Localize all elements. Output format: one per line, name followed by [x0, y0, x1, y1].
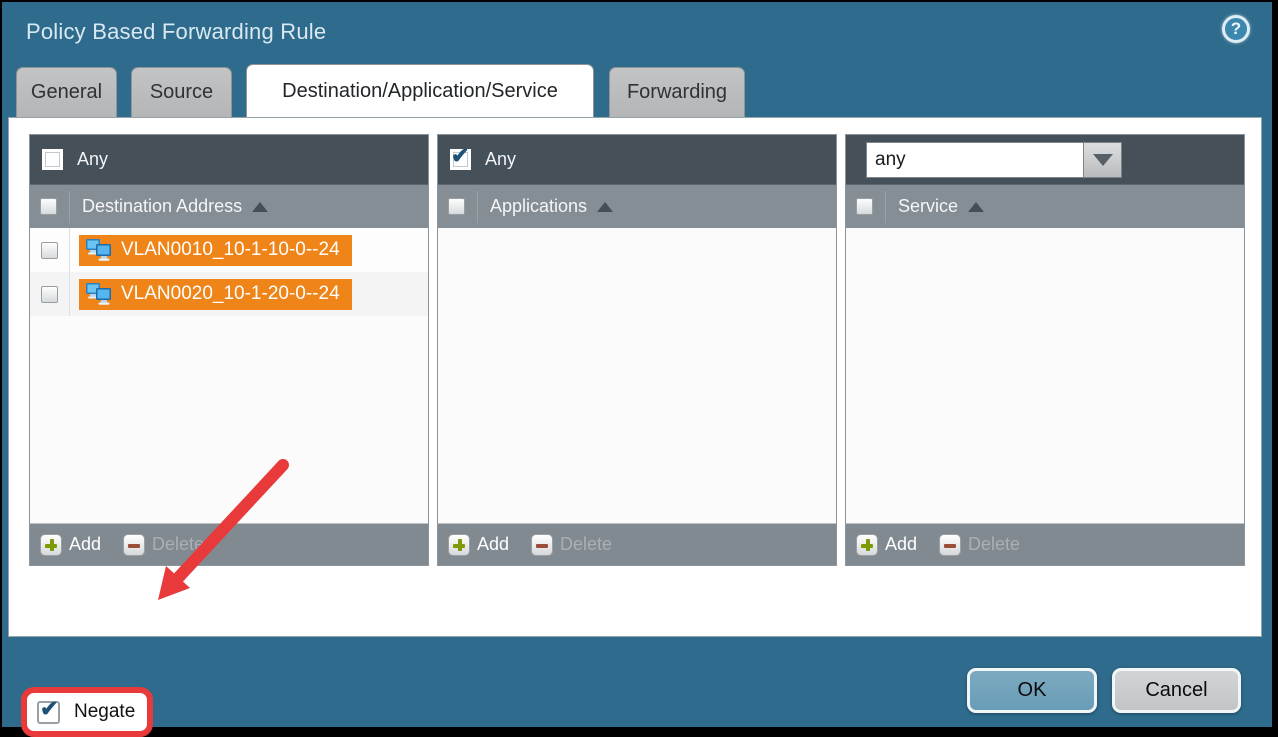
address-object-label: VLAN0010_10-1-10-0--24	[121, 239, 340, 261]
service-footer: Add Delete	[846, 523, 1244, 565]
applications-footer: Add Delete	[438, 523, 836, 565]
minus-icon	[531, 534, 553, 556]
applications-header-label: Applications	[490, 196, 587, 217]
tab-general[interactable]: General	[16, 67, 117, 117]
service-any-bar: any	[846, 135, 1244, 184]
service-dropdown-value[interactable]: any	[866, 142, 1084, 178]
destination-address-list: VLAN0010_10-1-10-0--24	[30, 228, 428, 523]
minus-icon	[123, 534, 145, 556]
table-row[interactable]: VLAN0010_10-1-10-0--24	[30, 228, 428, 272]
service-dropdown[interactable]: any	[866, 142, 1122, 178]
tab-source[interactable]: Source	[131, 67, 232, 117]
service-header-label: Service	[898, 196, 958, 217]
cancel-button[interactable]: Cancel	[1112, 668, 1241, 713]
destination-footer: Add Delete	[30, 523, 428, 565]
policy-based-forwarding-rule-dialog: Policy Based Forwarding Rule ? General S…	[2, 2, 1272, 727]
service-select-all-checkbox[interactable]	[856, 198, 873, 215]
delete-button-label: Delete	[560, 534, 612, 555]
header-separator	[477, 191, 478, 223]
header-separator	[69, 191, 70, 223]
service-list	[846, 228, 1244, 523]
destination-any-label: Any	[77, 149, 108, 170]
destination-select-all-checkbox[interactable]	[40, 198, 57, 215]
dialog-title: Policy Based Forwarding Rule	[26, 19, 326, 45]
delete-button-label: Delete	[968, 534, 1020, 555]
destination-any-bar: Any	[30, 135, 428, 184]
minus-icon	[939, 534, 961, 556]
row-checkbox-cell	[30, 272, 70, 316]
network-computers-icon	[85, 238, 113, 262]
applications-select-all-checkbox[interactable]	[448, 198, 465, 215]
negate-label: Negate	[74, 701, 135, 723]
sort-ascending-icon	[968, 202, 984, 212]
applications-any-bar: Any	[438, 135, 836, 184]
plus-icon	[40, 534, 62, 556]
row-checkbox[interactable]	[41, 286, 58, 303]
add-button-label: Add	[885, 534, 917, 555]
add-button[interactable]: Add	[40, 534, 101, 556]
destination-address-column: Any Destination Address	[29, 134, 429, 566]
delete-button[interactable]: Delete	[531, 534, 612, 556]
service-dropdown-button[interactable]	[1084, 142, 1122, 178]
destination-any-checkbox[interactable]	[42, 149, 63, 170]
service-column: any Service Add D	[845, 134, 1245, 566]
add-button-label: Add	[477, 534, 509, 555]
delete-button-label: Delete	[152, 534, 204, 555]
ok-button[interactable]: OK	[967, 668, 1097, 713]
destination-address-header-label: Destination Address	[82, 196, 242, 217]
plus-icon	[856, 534, 878, 556]
delete-button[interactable]: Delete	[939, 534, 1020, 556]
tab-content-panel: Any Destination Address	[8, 117, 1262, 637]
help-icon[interactable]: ?	[1222, 15, 1250, 43]
row-checkbox[interactable]	[41, 242, 58, 259]
address-object-label: VLAN0020_10-1-20-0--24	[121, 283, 340, 305]
header-separator	[885, 191, 886, 223]
applications-column: Any Applications Add Delete	[437, 134, 837, 566]
address-object-tag[interactable]: VLAN0010_10-1-10-0--24	[79, 235, 352, 266]
applications-any-checkbox[interactable]	[450, 149, 471, 170]
applications-column-header[interactable]: Applications	[438, 184, 836, 228]
service-column-header[interactable]: Service	[846, 184, 1244, 228]
add-button[interactable]: Add	[448, 534, 509, 556]
destination-address-column-header[interactable]: Destination Address	[30, 184, 428, 228]
chevron-down-icon	[1093, 154, 1113, 166]
delete-button[interactable]: Delete	[123, 534, 204, 556]
table-row[interactable]: VLAN0020_10-1-20-0--24	[30, 272, 428, 316]
address-object-tag[interactable]: VLAN0020_10-1-20-0--24	[79, 279, 352, 310]
applications-list	[438, 228, 836, 523]
plus-icon	[448, 534, 470, 556]
sort-ascending-icon	[597, 202, 613, 212]
add-button-label: Add	[69, 534, 101, 555]
row-checkbox-cell	[30, 228, 70, 272]
tab-bar: General Source Destination/Application/S…	[2, 64, 1272, 117]
negate-checkbox[interactable]	[37, 701, 60, 724]
negate-highlight-box: Negate	[21, 687, 153, 737]
sort-ascending-icon	[252, 202, 268, 212]
add-button[interactable]: Add	[856, 534, 917, 556]
tab-destination-application-service[interactable]: Destination/Application/Service	[246, 64, 594, 117]
tab-forwarding[interactable]: Forwarding	[609, 67, 745, 117]
applications-any-label: Any	[485, 149, 516, 170]
network-computers-icon	[85, 282, 113, 306]
